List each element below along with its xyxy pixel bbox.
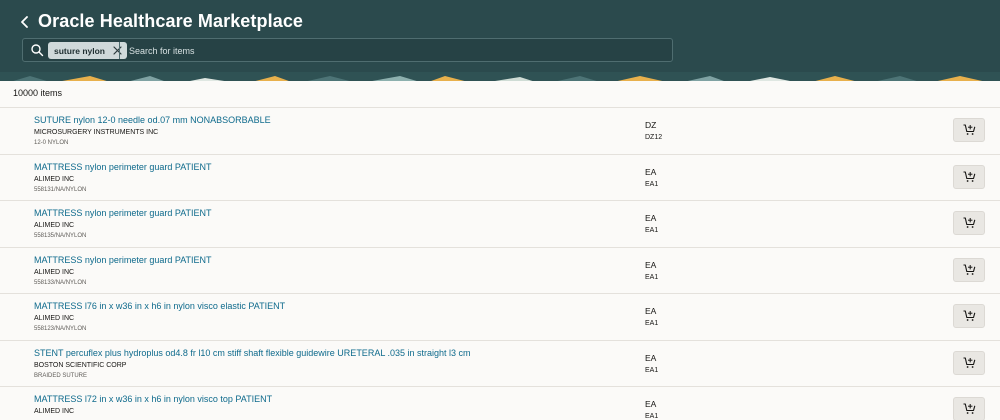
back-button[interactable] bbox=[17, 13, 33, 31]
item-pack: EA1 bbox=[645, 273, 659, 281]
add-to-cart-icon bbox=[963, 170, 975, 182]
search-input[interactable] bbox=[119, 42, 666, 59]
item-uom: EA bbox=[645, 166, 657, 177]
item-sku: BRAIDED SUTURE bbox=[34, 372, 88, 379]
item-title-link[interactable]: MATTRESS l72 in x w36 in x h6 in nylon v… bbox=[34, 394, 272, 404]
item-uom: EA bbox=[645, 259, 657, 270]
item-title-link[interactable]: MATTRESS nylon perimeter guard PATIENT bbox=[34, 255, 212, 265]
add-to-cart-button[interactable] bbox=[953, 350, 985, 375]
app-header: Oracle Healthcare Marketplace suture nyl… bbox=[0, 0, 1000, 72]
item-sku: 558123/NA/NYLON bbox=[34, 326, 87, 332]
add-to-cart-icon bbox=[963, 263, 975, 275]
item-uom: EA bbox=[645, 213, 657, 223]
page-title: Oracle Healthcare Marketplace bbox=[38, 11, 304, 31]
list-item: MATTRESS nylon perimeter guard PATIENT A… bbox=[0, 200, 1000, 247]
add-to-cart-icon bbox=[963, 217, 975, 228]
results-panel: 10000 items SUTURE nylon 12-0 needle od.… bbox=[0, 81, 1000, 420]
add-to-cart-button[interactable] bbox=[953, 118, 985, 142]
item-pack: DZ12 bbox=[645, 134, 663, 141]
results-list: SUTURE nylon 12-0 needle od.07 mm NONABS… bbox=[0, 107, 1000, 420]
item-pack: EA1 bbox=[645, 366, 659, 374]
item-uom: DZ bbox=[645, 120, 657, 130]
add-to-cart-button[interactable] bbox=[953, 397, 985, 420]
list-item: MATTRESS nylon perimeter guard PATIENT A… bbox=[0, 246, 1000, 293]
item-uom: EA bbox=[645, 352, 657, 363]
list-item: SUTURE nylon 12-0 needle od.07 mm NONABS… bbox=[0, 107, 1000, 154]
item-vendor: ALIMED INC bbox=[34, 315, 75, 322]
item-vendor: BOSTON SCIENTIFIC CORP bbox=[34, 361, 127, 369]
add-to-cart-button[interactable] bbox=[953, 257, 985, 282]
item-title-link[interactable]: MATTRESS l76 in x w36 in x h6 in nylon v… bbox=[34, 301, 285, 311]
item-sku: 558133/NA/NYLON bbox=[34, 279, 87, 286]
item-uom: EA bbox=[645, 306, 657, 316]
item-vendor: ALIMED INC bbox=[34, 222, 75, 229]
chevron-left-icon bbox=[21, 16, 28, 28]
item-uom: EA bbox=[645, 399, 657, 409]
add-to-cart-icon bbox=[963, 403, 975, 414]
search-icon[interactable] bbox=[30, 43, 44, 57]
item-sku: 558135/NA/NYLON bbox=[34, 233, 87, 239]
list-item: MATTRESS l72 in x w36 in x h6 in nylon v… bbox=[0, 386, 1000, 420]
item-title-link[interactable]: SUTURE nylon 12-0 needle od.07 mm NONABS… bbox=[34, 115, 271, 125]
add-to-cart-icon bbox=[963, 356, 975, 368]
item-title-link[interactable]: MATTRESS nylon perimeter guard PATIENT bbox=[34, 208, 212, 218]
search-bar: suture nylon bbox=[22, 38, 673, 62]
item-title-link[interactable]: STENT percuflex plus hydroplus od4.8 fr … bbox=[34, 348, 471, 358]
list-item: MATTRESS nylon perimeter guard PATIENT A… bbox=[0, 153, 1000, 200]
item-title-link[interactable]: MATTRESS nylon perimeter guard PATIENT bbox=[34, 162, 212, 172]
add-to-cart-button[interactable] bbox=[953, 164, 985, 189]
page: Oracle Healthcare Marketplace suture nyl… bbox=[0, 0, 1000, 420]
decorative-banner bbox=[0, 72, 1000, 81]
item-pack: EA1 bbox=[645, 180, 659, 188]
add-to-cart-button[interactable] bbox=[953, 211, 985, 235]
add-to-cart-button[interactable] bbox=[953, 304, 985, 328]
item-sku: 12-0 NYLON bbox=[34, 140, 69, 146]
add-to-cart-icon bbox=[963, 124, 975, 135]
item-vendor: ALIMED INC bbox=[34, 268, 75, 276]
item-pack: EA1 bbox=[645, 413, 659, 420]
item-pack: EA1 bbox=[645, 227, 659, 234]
item-vendor: ALIMED INC bbox=[34, 408, 75, 415]
item-sku: 558131/NA/NYLON bbox=[34, 186, 87, 193]
add-to-cart-icon bbox=[963, 310, 975, 321]
list-item: MATTRESS l76 in x w36 in x h6 in nylon v… bbox=[0, 293, 1000, 340]
item-vendor: MICROSURGERY INSTRUMENTS INC bbox=[34, 129, 159, 136]
chip-label: suture nylon bbox=[54, 45, 106, 56]
item-vendor: ALIMED INC bbox=[34, 175, 75, 183]
results-count: 10000 items bbox=[13, 88, 63, 98]
list-item: STENT percuflex plus hydroplus od4.8 fr … bbox=[0, 339, 1000, 386]
item-pack: EA1 bbox=[645, 320, 659, 327]
search-filter-chip: suture nylon bbox=[48, 42, 128, 59]
